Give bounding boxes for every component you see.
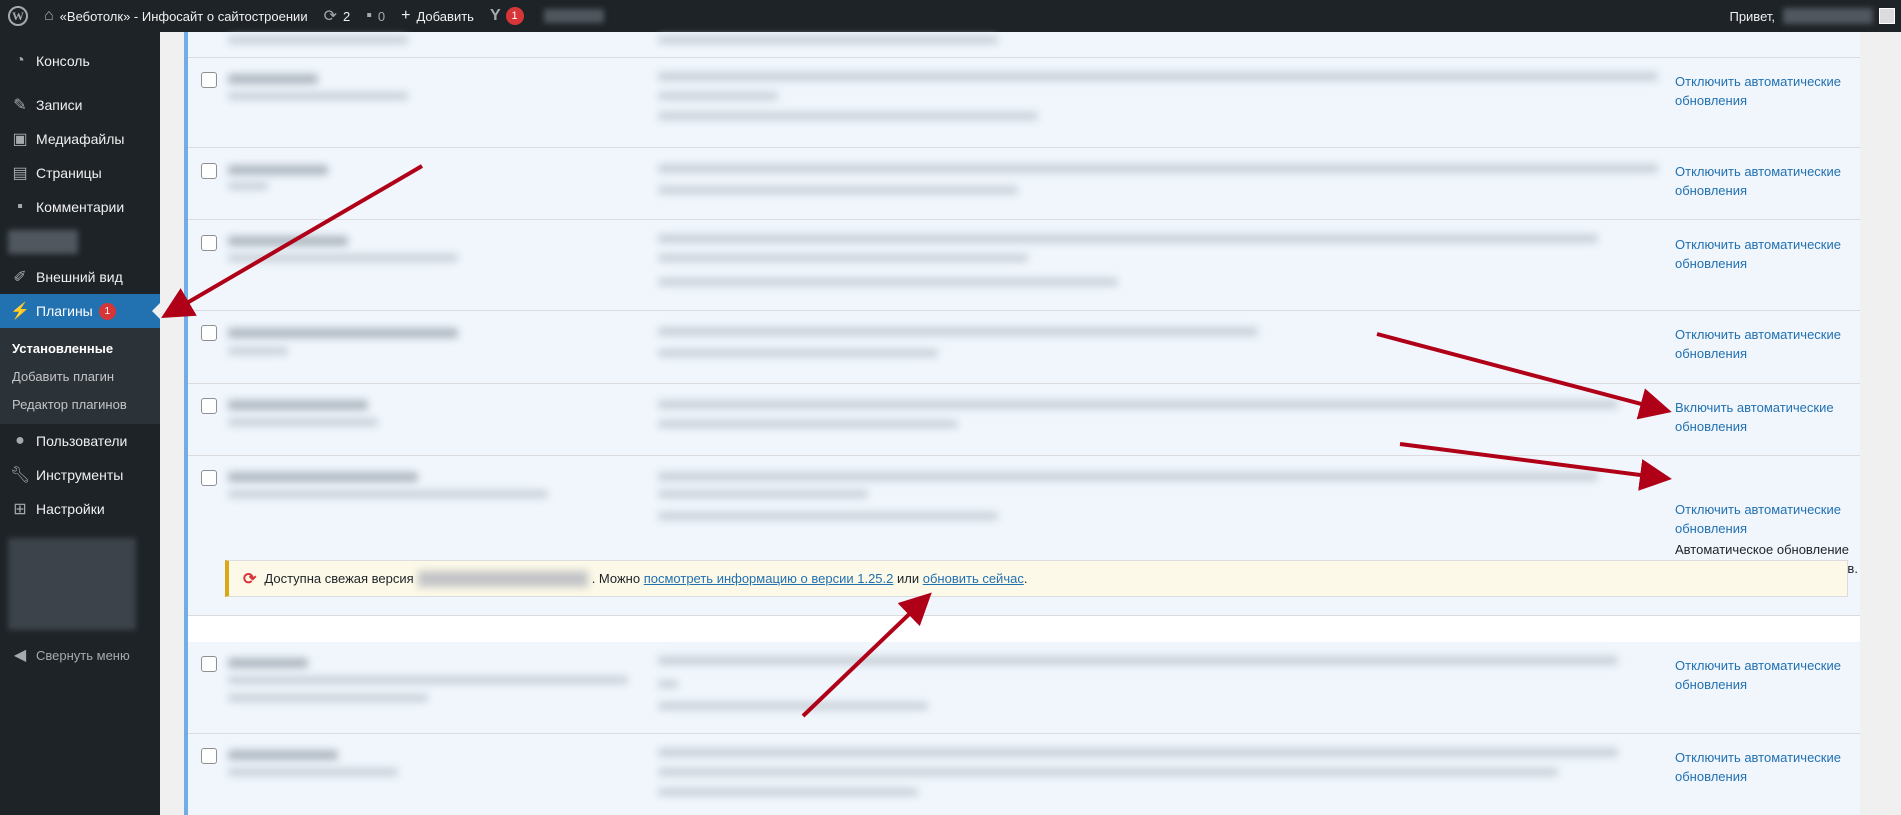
row-checkbox[interactable] [201, 235, 217, 251]
sidebar-item-comments[interactable]: ▪ Комментарии [0, 190, 160, 224]
table-row: Отключить автоматические обновления [188, 148, 1860, 220]
auto-update-toggle-link[interactable]: Отключить автоматические обновления [1675, 235, 1855, 273]
sidebar-item-posts[interactable]: ✎ Записи [0, 88, 160, 122]
my-account-menu[interactable]: Привет, [1729, 0, 1901, 32]
sidebar-item-plugins[interactable]: ⚡ Плагины 1 [0, 294, 160, 328]
auto-update-toggle-link[interactable]: Отключить автоматические обновления [1675, 656, 1855, 694]
row-checkbox[interactable] [201, 163, 217, 179]
row-checkbox[interactable] [201, 325, 217, 341]
sidebar-item-label: Страницы [36, 165, 102, 181]
redacted-username [1783, 8, 1873, 24]
user-icon: ● [15, 432, 25, 449]
table-row: Отключить автоматические обновления [188, 220, 1860, 311]
add-new-label: Добавить [416, 8, 474, 24]
submenu-item-plugin-editor[interactable]: Редактор плагинов [0, 390, 160, 418]
redacted-item [543, 9, 604, 23]
plugins-update-badge: 1 [98, 302, 116, 320]
comments-menu[interactable]: ▪ 0 [358, 0, 393, 32]
sidebar-item-media[interactable]: ▣ Медиафайлы [0, 122, 160, 156]
comment-icon: ▪ [366, 7, 372, 24]
plus-icon: + [401, 7, 411, 24]
auto-update-toggle-link[interactable]: Отключить автоматические обновления [1675, 500, 1855, 538]
notice-suffix: . [1023, 571, 1028, 586]
brush-icon: ✐ [13, 269, 27, 286]
table-row: Отключить автоматические обновления [188, 642, 1860, 734]
table-row: Отключить автоматические обновления [188, 58, 1860, 148]
sidebar-item-label: Медиафайлы [36, 131, 125, 147]
collapse-label: Свернуть меню [36, 647, 130, 663]
site-name-menu[interactable]: ⌂ «Веботолк» - Инфосайт о сайтостроении [36, 0, 316, 32]
admin-bar: W ⌂ «Веботолк» - Инфосайт о сайтостроени… [0, 0, 1901, 32]
admin-sidebar: ◔ Консоль ✎ Записи ▣ Медиафайлы ▤ Страни… [0, 32, 160, 815]
greeting: Привет, [1729, 8, 1775, 24]
auto-update-toggle-link[interactable]: Отключить автоматические обновления [1675, 162, 1855, 200]
sidebar-item-users[interactable]: ● Пользователи [0, 424, 160, 458]
sidebar-item-pages[interactable]: ▤ Страницы [0, 156, 160, 190]
notice-prefix: Доступна свежая версия [264, 571, 414, 586]
notice-or: или [897, 571, 920, 586]
settings-icon: ⊞ [13, 501, 27, 518]
collapse-icon: ◀ [13, 647, 27, 664]
redacted-plugin-name [417, 570, 588, 587]
table-row: Отключить автоматические обновления [188, 311, 1860, 384]
row-checkbox[interactable] [201, 656, 217, 672]
wp-logo-menu[interactable]: W [0, 0, 36, 32]
collapse-menu-button[interactable]: ◀ Свернуть меню [0, 638, 160, 672]
yoast-menu[interactable]: Y 1 [482, 0, 532, 32]
row-checkbox[interactable] [201, 398, 217, 414]
wordpress-logo-icon: W [8, 6, 28, 26]
sidebar-item-label: Комментарии [36, 199, 125, 215]
pin-icon: ✎ [13, 97, 27, 114]
update-refresh-icon: ⟳ [243, 570, 257, 588]
comment-icon: ▪ [17, 198, 23, 215]
wrench-icon: 🔧︎ [10, 467, 31, 484]
yoast-badge: 1 [505, 7, 524, 25]
refresh-icon: ⟳ [323, 8, 337, 25]
updates-count: 2 [343, 8, 351, 24]
comments-count: 0 [377, 8, 386, 24]
submenu-item-installed[interactable]: Установленные [0, 334, 160, 362]
redacted-menu-item [8, 230, 78, 254]
table-row: Включить автоматические обновления [188, 384, 1860, 456]
plugins-table: Отключить автоматические обновления Откл… [184, 32, 1860, 815]
new-content-menu[interactable]: + Добавить [393, 0, 482, 32]
sidebar-item-dashboard[interactable]: ◔ Консоль [0, 44, 160, 78]
plugin-icon: ⚡ [10, 303, 30, 320]
view-version-details-link[interactable]: посмотреть информацию о версии 1.25.2 [644, 571, 894, 586]
table-row [188, 32, 1860, 58]
row-checkbox[interactable] [201, 470, 217, 486]
updates-menu[interactable]: ⟳ 2 [316, 0, 359, 32]
yoast-icon: Y [489, 7, 501, 24]
row-checkbox[interactable] [201, 748, 217, 764]
sidebar-item-label: Записи [36, 97, 83, 113]
sidebar-item-label: Внешний вид [36, 269, 123, 285]
submenu-item-add-plugin[interactable]: Добавить плагин [0, 362, 160, 390]
sidebar-item-appearance[interactable]: ✐ Внешний вид [0, 260, 160, 294]
avatar [1879, 8, 1895, 24]
update-now-link[interactable]: обновить сейчас [923, 571, 1024, 586]
media-icon: ▣ [12, 131, 28, 148]
auto-update-toggle-link[interactable]: Включить автоматические обновления [1675, 398, 1855, 436]
sidebar-item-label: Пользователи [36, 433, 128, 449]
main-content: Отключить автоматические обновления Откл… [160, 32, 1901, 815]
notice-middle: . Можно [591, 571, 641, 586]
auto-update-toggle-link[interactable]: Отключить автоматические обновления [1675, 72, 1855, 110]
page-icon: ▤ [12, 165, 28, 182]
sidebar-item-label: Плагины [36, 303, 93, 319]
plugin-update-notice: ⟳ Доступна свежая версия . Можно посмотр… [225, 560, 1848, 597]
home-icon: ⌂ [44, 7, 54, 24]
sidebar-item-label: Настройки [36, 501, 105, 517]
auto-update-toggle-link[interactable]: Отключить автоматические обновления [1675, 748, 1855, 786]
sidebar-item-settings[interactable]: ⊞ Настройки [0, 492, 160, 526]
sidebar-item-label: Консоль [36, 53, 90, 69]
row-checkbox[interactable] [201, 72, 217, 88]
table-row: Отключить автоматические обновления [188, 734, 1860, 815]
sidebar-item-label: Инструменты [36, 467, 124, 483]
site-name: «Веботолк» - Инфосайт о сайтостроении [59, 8, 308, 24]
redacted-menu-items [8, 538, 136, 630]
auto-update-toggle-link[interactable]: Отключить автоматические обновления [1675, 325, 1855, 363]
plugins-submenu: Установленные Добавить плагин Редактор п… [0, 328, 160, 424]
sidebar-item-tools[interactable]: 🔧︎ Инструменты [0, 458, 160, 492]
dashboard-icon: ◔ [15, 52, 25, 69]
